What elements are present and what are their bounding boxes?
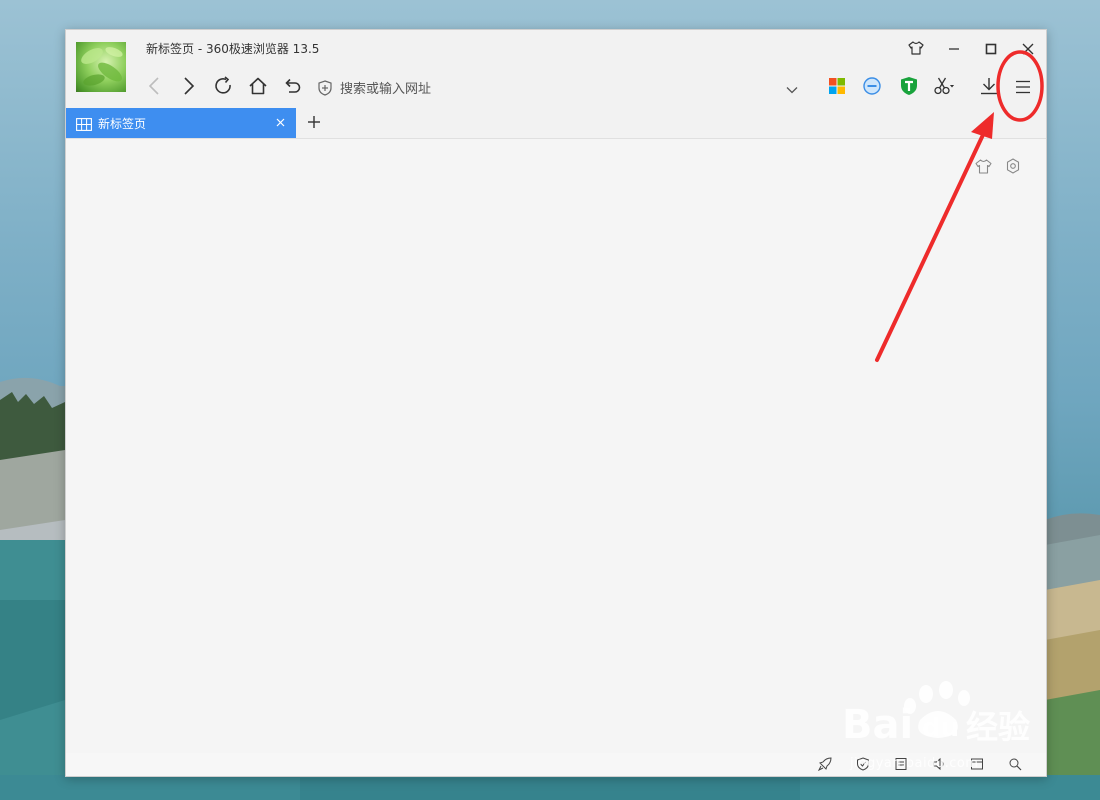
- address-bar: [314, 74, 804, 102]
- status-document-button[interactable]: [892, 756, 910, 774]
- shield-icon: [856, 756, 870, 775]
- speedup-button[interactable]: [816, 756, 834, 774]
- address-history-dropdown[interactable]: [782, 78, 802, 98]
- close-window-button[interactable]: [1014, 38, 1042, 60]
- skin-icon: [974, 158, 992, 178]
- forward-icon: [182, 76, 196, 100]
- chevron-down-icon: [786, 79, 798, 98]
- plus-icon: [307, 114, 321, 133]
- tab-close-button[interactable]: [272, 115, 288, 131]
- ad-block-button[interactable]: [857, 74, 887, 102]
- status-shield-button[interactable]: [854, 756, 872, 774]
- minimize-icon: [948, 40, 960, 59]
- home-button[interactable]: [244, 74, 272, 102]
- user-avatar[interactable]: [76, 42, 126, 92]
- safe-guard-button[interactable]: [894, 74, 924, 102]
- status-sound-button[interactable]: [930, 756, 948, 774]
- back-icon: [147, 76, 161, 100]
- download-icon: [980, 77, 998, 99]
- main-menu-button[interactable]: [1008, 74, 1038, 102]
- browser-window: 新标签页 - 360极速浏览器 13.5 搜索或输入网址 新标签页: [65, 29, 1047, 777]
- maximize-icon: [985, 40, 997, 59]
- sound-icon: [932, 756, 946, 775]
- back-button[interactable]: [140, 74, 168, 102]
- skin-icon: [908, 40, 924, 59]
- window-title: 新标签页 - 360极速浏览器 13.5: [146, 42, 320, 56]
- close-icon: [276, 116, 285, 131]
- maximize-button[interactable]: [977, 38, 1005, 60]
- status-bar: [66, 753, 1046, 776]
- tab-strip: 新标签页: [66, 108, 1046, 139]
- window-icon: [970, 756, 984, 775]
- status-window-button[interactable]: [968, 756, 986, 774]
- undo-close-button[interactable]: [278, 74, 306, 102]
- forward-button[interactable]: [175, 74, 203, 102]
- document-icon: [894, 756, 908, 775]
- grid-tab-icon: [76, 116, 92, 135]
- close-icon: [1022, 40, 1034, 59]
- apps-icon: [829, 78, 845, 98]
- guard-shield-icon: [900, 76, 918, 100]
- title-bar: 新标签页 - 360极速浏览器 13.5: [66, 30, 1046, 108]
- page-settings-button[interactable]: [1002, 157, 1024, 179]
- settings-icon: [1005, 158, 1021, 178]
- status-zoom-button[interactable]: [1006, 756, 1024, 774]
- minimize-button[interactable]: [940, 38, 968, 60]
- tab-label: 新标签页: [98, 117, 147, 131]
- new-tab-button[interactable]: [302, 111, 326, 135]
- zoom-icon: [1008, 756, 1022, 775]
- ad-block-icon: [863, 77, 881, 99]
- refresh-icon: [214, 76, 234, 100]
- home-icon: [248, 76, 268, 100]
- apps-button[interactable]: [822, 74, 852, 102]
- screenshot-button[interactable]: [929, 74, 959, 102]
- undo-icon: [282, 76, 302, 100]
- url-input[interactable]: [338, 77, 762, 101]
- rocket-icon: [817, 756, 832, 775]
- skin-button[interactable]: [902, 38, 930, 60]
- download-button[interactable]: [974, 74, 1004, 102]
- leaf-avatar-image: [81, 47, 123, 86]
- screenshot-scissors-icon: [934, 77, 954, 99]
- security-shield-icon: [318, 80, 332, 100]
- page-content: [66, 139, 1046, 753]
- refresh-button[interactable]: [210, 74, 238, 102]
- tab-new-tab[interactable]: 新标签页: [66, 108, 296, 138]
- page-skin-button[interactable]: [972, 157, 994, 179]
- menu-icon: [1015, 79, 1031, 98]
